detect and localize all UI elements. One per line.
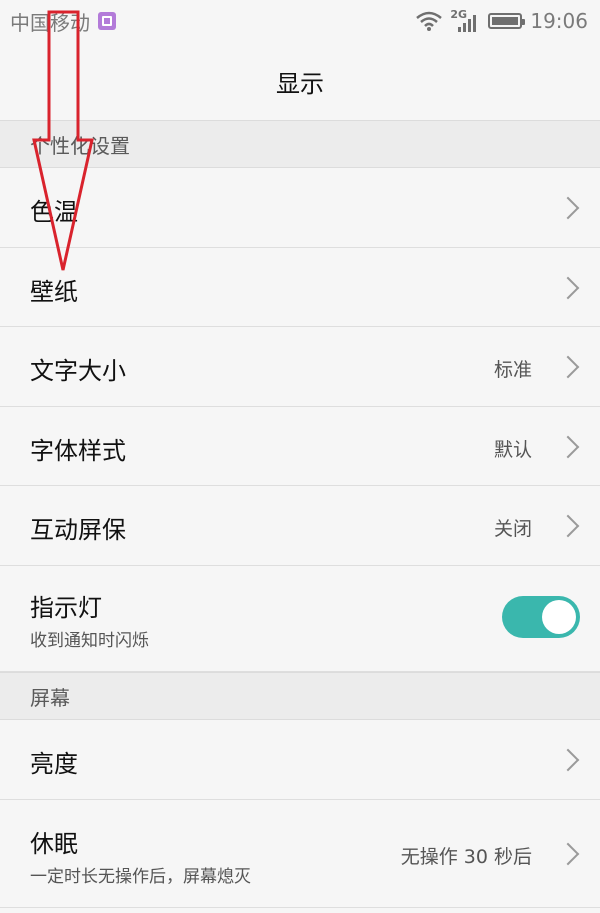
row-title: 互动屏保	[30, 516, 126, 544]
chevron-right-icon	[556, 355, 580, 379]
chevron-right-icon	[556, 435, 580, 459]
chevron-right-icon	[556, 514, 580, 538]
section-header-personalization: 个性化设置	[0, 120, 600, 168]
row-subtitle: 收到通知时闪烁	[30, 631, 149, 651]
clock: 19:06	[530, 9, 588, 33]
row-wallpaper[interactable]: 壁纸	[0, 248, 600, 327]
chevron-right-icon	[556, 748, 580, 772]
chevron-right-icon	[556, 842, 580, 866]
title-bar: 显示	[0, 42, 600, 120]
row-value: 默认	[493, 439, 532, 461]
indicator-toggle[interactable]	[502, 596, 580, 638]
status-right: 2G 19:06	[416, 8, 588, 33]
row-subtitle: 一定时长无操作后，屏幕熄灭	[30, 867, 251, 887]
row-title: 文字大小	[30, 357, 126, 385]
signal-group: 2G	[450, 8, 480, 32]
wifi-icon	[416, 11, 443, 31]
section-header-label: 屏幕	[30, 685, 70, 710]
carrier-label: 中国移动	[10, 10, 90, 35]
toggle-knob	[542, 600, 576, 634]
row-font-size[interactable]: 文字大小 标准	[0, 327, 600, 407]
row-title: 色温	[30, 198, 78, 226]
row-title: 指示灯	[30, 594, 102, 622]
row-value: 无操作 30 秒后	[400, 846, 532, 868]
status-left: 中国移动	[10, 7, 116, 36]
row-value: 关闭	[493, 518, 532, 540]
row-title: 亮度	[30, 750, 78, 778]
row-indicator-light: 指示灯 收到通知时闪烁	[0, 566, 600, 672]
row-brightness[interactable]: 亮度	[0, 720, 600, 800]
battery-icon	[488, 13, 526, 29]
row-interactive-screensaver[interactable]: 互动屏保 关闭	[0, 486, 600, 566]
row-value: 标准	[493, 359, 532, 381]
row-font-style[interactable]: 字体样式 默认	[0, 407, 600, 486]
section-header-label: 个性化设置	[30, 133, 130, 158]
row-title: 字体样式	[30, 437, 126, 465]
page-title: 显示	[276, 69, 324, 98]
image-notification-icon	[98, 12, 116, 30]
row-sleep[interactable]: 休眠 一定时长无操作后，屏幕熄灭 无操作 30 秒后	[0, 800, 600, 908]
row-title: 休眠	[30, 830, 78, 858]
status-bar: 中国移动 2G 19:06	[0, 0, 600, 42]
section-header-screen: 屏幕	[0, 672, 600, 720]
chevron-right-icon	[556, 196, 580, 220]
chevron-right-icon	[556, 276, 580, 300]
row-color-temperature[interactable]: 色温	[0, 168, 600, 248]
signal-icon	[458, 15, 477, 32]
row-title: 壁纸	[30, 278, 78, 306]
